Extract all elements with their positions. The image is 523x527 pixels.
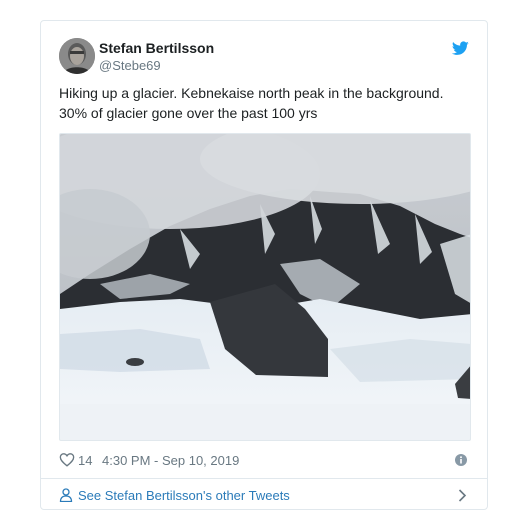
person-icon xyxy=(59,488,73,502)
tweet-text-line-2: 30% of glacier gone over the past 100 yr… xyxy=(59,105,318,121)
author-names[interactable]: Stefan Bertilsson @Stebe69 xyxy=(99,39,214,74)
footer-divider xyxy=(41,478,487,479)
author-display-name[interactable]: Stefan Bertilsson xyxy=(99,39,214,57)
tweet-meta: 14 4:30 PM - Sep 10, 2019 xyxy=(59,451,469,471)
author-handle[interactable]: @Stebe69 xyxy=(99,57,214,74)
like-count[interactable]: 14 xyxy=(78,453,92,468)
tweet-text: Hiking up a glacier. Kebnekaise north pe… xyxy=(59,83,469,123)
twitter-bird-icon[interactable] xyxy=(452,41,469,56)
tweet-timestamp[interactable]: 4:30 PM - Sep 10, 2019 xyxy=(102,453,239,468)
avatar[interactable] xyxy=(59,38,95,74)
other-tweets-link[interactable]: See Stefan Bertilsson's other Tweets xyxy=(78,488,290,503)
chevron-right-icon[interactable] xyxy=(458,489,467,502)
tweet-text-line-1: Hiking up a glacier. Kebnekaise north pe… xyxy=(59,85,444,101)
tweet-card: Stefan Bertilsson @Stebe69 Hiking up a g… xyxy=(40,20,488,510)
info-icon[interactable] xyxy=(455,454,467,466)
heart-icon[interactable] xyxy=(59,452,75,467)
tweet-footer[interactable]: See Stefan Bertilsson's other Tweets xyxy=(59,486,469,506)
tweet-header: Stefan Bertilsson @Stebe69 xyxy=(59,38,469,74)
tweet-photo[interactable] xyxy=(59,133,471,441)
